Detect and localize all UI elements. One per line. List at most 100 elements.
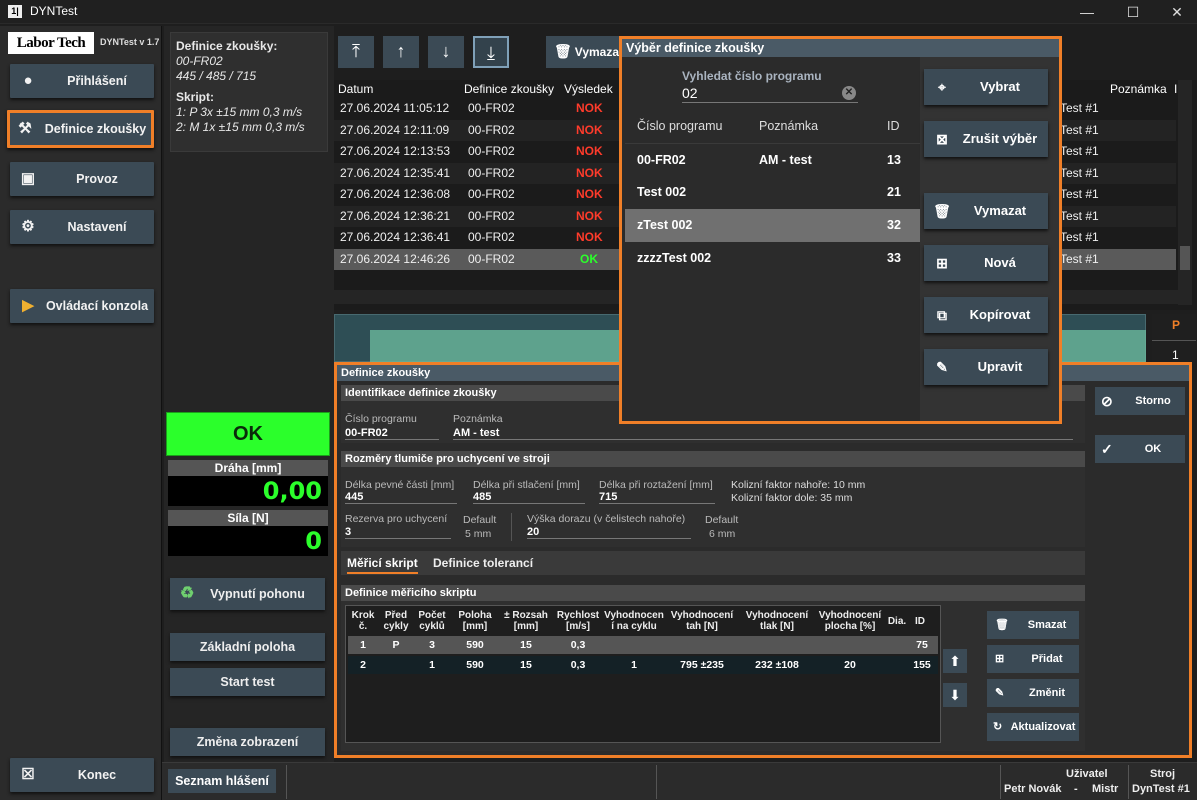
move-up-button[interactable]: ↑ [383, 36, 419, 68]
vybrat-button[interactable]: ⌖ Vybrat [924, 69, 1048, 105]
arrow-up-icon: ⬆ [949, 653, 961, 669]
smazat-button[interactable]: 🗑 Smazat [987, 611, 1079, 639]
vymazat-label: Vymazat [973, 203, 1027, 218]
storno-button[interactable]: ⊘ Storno [1095, 387, 1185, 415]
arrow-bottom-icon: ⤓ [487, 43, 495, 63]
close-button[interactable]: ✕ [1157, 0, 1197, 24]
maximize-button[interactable]: ☐ [1113, 0, 1153, 24]
cell: 3 [429, 639, 435, 651]
move-top-button[interactable]: ⤒ [338, 36, 374, 68]
vybrat-label: Vybrat [980, 79, 1020, 94]
delete-label: Vymaza [574, 45, 620, 59]
cell [740, 636, 814, 654]
sidebar-item-prihlaseni[interactable]: ● Přihlášení [10, 64, 154, 98]
row-datum: 27.06.2024 11:05:12 [340, 101, 450, 115]
ok-button[interactable]: ✓ OK [1095, 435, 1185, 463]
tab-meric-skript[interactable]: Měřicí skript [347, 556, 418, 574]
aktualizovat-button[interactable]: ↻ Aktualizovat [987, 713, 1079, 741]
dialog-title: Výběr definice zkoušky [622, 39, 1059, 57]
row-note: Test #1 [1060, 101, 1099, 115]
car-icon: ▣ [20, 170, 36, 187]
vypnuti-pohonu-button[interactable]: ♻ Vypnutí pohonu [170, 578, 325, 610]
user-label: Uživatel [1066, 768, 1108, 780]
cell: 0,3 [570, 639, 586, 651]
cell: 20 [844, 659, 856, 671]
vyska-label: Výška dorazu (v čelistech nahoře) [527, 513, 686, 525]
th-pred: Před cykly [383, 610, 409, 632]
select-definition-dialog: Výběr definice zkoušky Vyhledat číslo pr… [619, 36, 1062, 424]
deselect-icon: ⊠ [936, 131, 948, 147]
script-line-1: 1: P 3x ±15 mm 0,3 m/s [176, 105, 303, 119]
table-row[interactable]: 1 P 3 590 15 0,3 75 [348, 636, 938, 654]
stlaceni-field[interactable]: 485 [473, 491, 585, 504]
vymazat-button[interactable]: 🗑 Vymazat [924, 193, 1048, 229]
sila-label: Síla [N] [168, 510, 328, 526]
divider [511, 513, 512, 541]
th-pocet: Počet cyklů [418, 610, 446, 632]
sidebar-item-label: Provoz [76, 172, 118, 186]
cislo-label: Číslo programu [345, 413, 417, 425]
sidebar-item-nastaveni[interactable]: ⚙ Nastavení [10, 210, 154, 244]
add-box-icon: ⊞ [995, 653, 1005, 665]
machine-label: Stroj [1150, 768, 1176, 780]
delete-button[interactable]: 🗑 Vymaza [546, 36, 622, 68]
tab-definice-toleranci[interactable]: Definice tolerancí [433, 556, 533, 570]
cell: P [392, 639, 400, 651]
kopirovat-button[interactable]: ⧉ Kopírovat [924, 297, 1048, 333]
table-row-selected[interactable]: 2 1 590 15 0,3 1 795 ±235 232 ±108 20 15… [348, 656, 938, 674]
minimize-button[interactable]: — [1067, 0, 1107, 24]
scrollbar-thumb[interactable] [1180, 246, 1190, 270]
crosshair-icon: ⌖ [938, 79, 946, 95]
zakladni-poloha-button[interactable]: Základní poloha [170, 633, 325, 661]
console-icon: ▶ [22, 297, 34, 314]
def-label: Definice zkoušky: [176, 39, 278, 53]
arrow-up-icon: ↑ [396, 41, 406, 61]
rezerva-field[interactable]: 3 [345, 526, 451, 539]
seznam-hlaseni-button[interactable]: Seznam hlášení [168, 769, 276, 793]
move-down-button[interactable]: ↓ [428, 36, 464, 68]
refresh-icon: ↻ [993, 721, 1003, 733]
list-item[interactable]: Test 002 21 [625, 176, 920, 209]
user-icon: ● [23, 72, 33, 89]
start-test-button[interactable]: Start test [170, 668, 325, 696]
row-down-button[interactable]: ⬇ [943, 683, 967, 707]
pridat-label: Přidat [1031, 653, 1063, 665]
cell: 0,3 [570, 659, 586, 671]
title-bar: 1| DYNTest — ☐ ✕ [0, 0, 1197, 24]
exit-button[interactable]: ☒ Konec [10, 758, 154, 792]
dimensions-section: Rozměry tlumiče pro uchycení ve stroji D… [341, 451, 1085, 547]
sidebar-item-ovladaci-konzola[interactable]: ▶ Ovládací konzola [10, 289, 154, 323]
nova-button[interactable]: ⊞ Nová [924, 245, 1048, 281]
row-up-button[interactable]: ⬆ [943, 649, 967, 673]
zrusit-vyber-button[interactable]: ⊠ Zrušit výběr [924, 121, 1048, 157]
list-item-selected[interactable]: zTest 002 32 [625, 209, 920, 242]
move-bottom-button[interactable]: ⤓ [473, 36, 509, 68]
stlaceni-label: Délka při stlačení [mm] [473, 479, 580, 491]
cislo-field[interactable]: 00-FR02 [345, 427, 439, 440]
kolizni-nahore: Kolizní faktor nahoře: 10 mm [731, 479, 866, 491]
list-item[interactable]: zzzzTest 002 33 [625, 242, 920, 275]
sidebar-item-provoz[interactable]: ▣ Provoz [10, 162, 154, 196]
status-indicator: OK [166, 412, 330, 456]
pridat-button[interactable]: ⊞ Přidat [987, 645, 1079, 673]
sidebar-item-definice-zkousky[interactable]: ⚒ Definice zkoušky [7, 110, 154, 148]
roztazeni-field[interactable]: 715 [599, 491, 715, 504]
row-note: Test #1 [1060, 122, 1099, 137]
upravit-button[interactable]: ✎ Upravit [924, 349, 1048, 385]
arrow-down-icon: ↓ [441, 41, 451, 61]
list-item[interactable]: 00-FR02 AM - test 13 [625, 143, 920, 176]
add-box-icon: ⊞ [936, 255, 948, 271]
vertical-scrollbar[interactable] [1178, 80, 1192, 305]
row-note: Test #1 [1060, 187, 1099, 201]
pevne-field[interactable]: 445 [345, 491, 457, 504]
rezerva-label: Rezerva pro uchycení [345, 513, 448, 525]
zmena-zobrazeni-button[interactable]: Změna zobrazení [170, 728, 325, 756]
vyska-field[interactable]: 20 [527, 526, 691, 539]
search-input[interactable]: 02 ✕ [682, 85, 858, 103]
poznamka-field[interactable]: AM - test [453, 427, 1073, 440]
roztazeni-label: Délka při roztažení [mm] [599, 479, 713, 491]
cell: 155 [913, 659, 931, 671]
arrow-top-icon: ⤒ [352, 41, 360, 61]
clear-icon[interactable]: ✕ [842, 86, 856, 100]
zmenit-button[interactable]: ✎ Změnit [987, 679, 1079, 707]
